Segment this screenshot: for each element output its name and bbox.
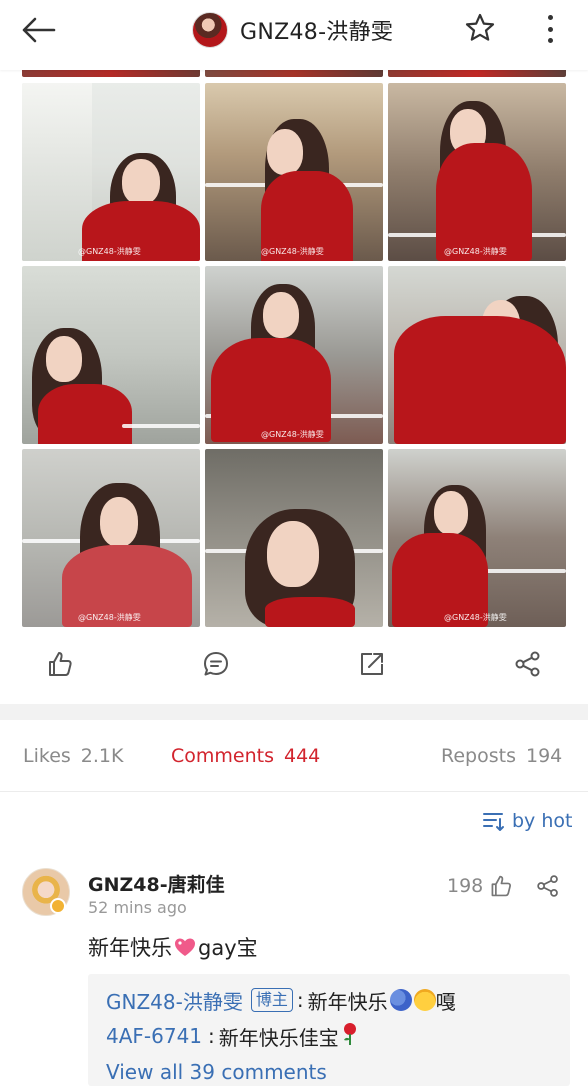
post-action-bar xyxy=(0,640,588,692)
comment-like-button[interactable]: 198 xyxy=(447,874,513,898)
arrow-left-icon xyxy=(22,17,56,43)
share-button[interactable] xyxy=(514,650,542,678)
more-vertical-icon xyxy=(547,15,553,20)
photo-thumbnail[interactable]: @GNZ48-洪静雯 xyxy=(388,449,566,627)
page-title: GNZ48-洪静雯 xyxy=(240,20,394,45)
reply-author[interactable]: GNZ48-洪静雯 xyxy=(106,986,243,1015)
comment-author[interactable]: GNZ48-唐莉佳 xyxy=(88,870,225,897)
thumbs-up-icon xyxy=(491,875,512,897)
photo-watermark: @GNZ48-洪静雯 xyxy=(261,430,324,439)
more-button[interactable] xyxy=(538,12,562,46)
photo-thumbnail[interactable]: @GNZ48-洪静雯 xyxy=(388,83,566,261)
photo-watermark: @GNZ48-洪静雯 xyxy=(261,247,324,256)
verified-badge-icon xyxy=(50,898,66,914)
comment-text: 新年快乐 gay宝 xyxy=(88,936,258,960)
top-bar: GNZ48-洪静雯 xyxy=(0,0,588,70)
sort-button[interactable]: by hot xyxy=(482,808,572,834)
author-tag-badge: 博主 xyxy=(250,988,293,1012)
photo-thumbnail[interactable]: @GNZ48-洪静雯 xyxy=(22,449,200,627)
photo-thumbnail[interactable]: @GNZ48-洪静雯 xyxy=(22,83,200,261)
photo-thumbnail[interactable]: @GNZ48-洪静雯 xyxy=(205,266,383,444)
like-button[interactable] xyxy=(46,650,74,678)
thumbs-up-icon xyxy=(49,652,72,676)
photo-watermark: @GNZ48-洪静雯 xyxy=(78,247,141,256)
interaction-tabs: Likes 2.1K Comments 444 Reposts 194 xyxy=(0,722,588,792)
back-button[interactable] xyxy=(20,14,64,46)
tab-reposts[interactable]: Reposts 194 xyxy=(441,745,562,767)
comment-item: GNZ48-唐莉佳 52 mins ago 198 新年快乐 gay宝 GNZ4… xyxy=(0,860,588,1086)
rose-emoji-icon xyxy=(341,1022,359,1051)
star-outline-icon xyxy=(465,13,495,41)
tab-comments[interactable]: Comments 444 xyxy=(171,745,320,767)
sort-label: by hot xyxy=(512,810,573,832)
photo-row-partial xyxy=(22,70,200,77)
photo-watermark: @GNZ48-洪静雯 xyxy=(444,247,507,256)
photo-thumbnail[interactable]: @GNZ48-洪静雯 xyxy=(205,83,383,261)
comment-button[interactable] xyxy=(202,650,230,678)
share-nodes-icon xyxy=(537,875,558,897)
repost-button[interactable] xyxy=(358,650,386,678)
reply-item[interactable]: GNZ48-洪静雯 博主 : 新年快乐 嘎 xyxy=(106,982,570,1018)
reply-text: 新年快乐 xyxy=(307,989,388,1014)
repost-share-icon xyxy=(361,653,383,675)
comment-time: 52 mins ago xyxy=(88,898,187,917)
profile-title[interactable]: GNZ48-洪静雯 xyxy=(192,10,393,50)
comment-share-button[interactable] xyxy=(536,874,560,898)
comments-count: 444 xyxy=(284,745,321,767)
avatar[interactable] xyxy=(192,12,228,48)
laughing-tears-emoji-icon xyxy=(413,989,436,1011)
favorite-button[interactable] xyxy=(464,12,498,46)
view-all-replies[interactable]: View all 39 comments xyxy=(106,1054,570,1090)
hug-emoji-icon xyxy=(389,989,412,1011)
photo-thumbnail[interactable] xyxy=(205,449,383,627)
photo-watermark: @GNZ48-洪静雯 xyxy=(78,613,141,622)
sort-lines-icon xyxy=(483,813,504,831)
reposts-count: 194 xyxy=(525,745,563,767)
photo-grid: @GNZ48-洪静雯 @GNZ48-洪静雯 @GNZ48-洪静雯 @GNZ48-… xyxy=(22,83,566,627)
heart-sparkle-icon xyxy=(174,937,196,957)
photo-thumbnail[interactable] xyxy=(388,266,566,444)
section-divider xyxy=(0,704,588,720)
reply-text: 新年快乐佳宝 xyxy=(218,1025,339,1050)
share-nodes-icon xyxy=(515,651,540,677)
reply-preview[interactable]: GNZ48-洪静雯 博主 : 新年快乐 嘎 4AF-6741 : 新年快乐佳宝 … xyxy=(88,974,570,1086)
reply-item[interactable]: 4AF-6741 : 新年快乐佳宝 xyxy=(106,1018,570,1054)
likes-count: 2.1K xyxy=(80,745,124,767)
photo-watermark: @GNZ48-洪静雯 xyxy=(444,613,507,622)
photo-thumbnail[interactable] xyxy=(22,266,200,444)
reply-author[interactable]: 4AF-6741 xyxy=(106,1024,202,1048)
tab-likes[interactable]: Likes 2.1K xyxy=(23,745,123,767)
comment-like-count: 198 xyxy=(447,875,484,897)
comment-bubble-icon xyxy=(204,652,228,676)
